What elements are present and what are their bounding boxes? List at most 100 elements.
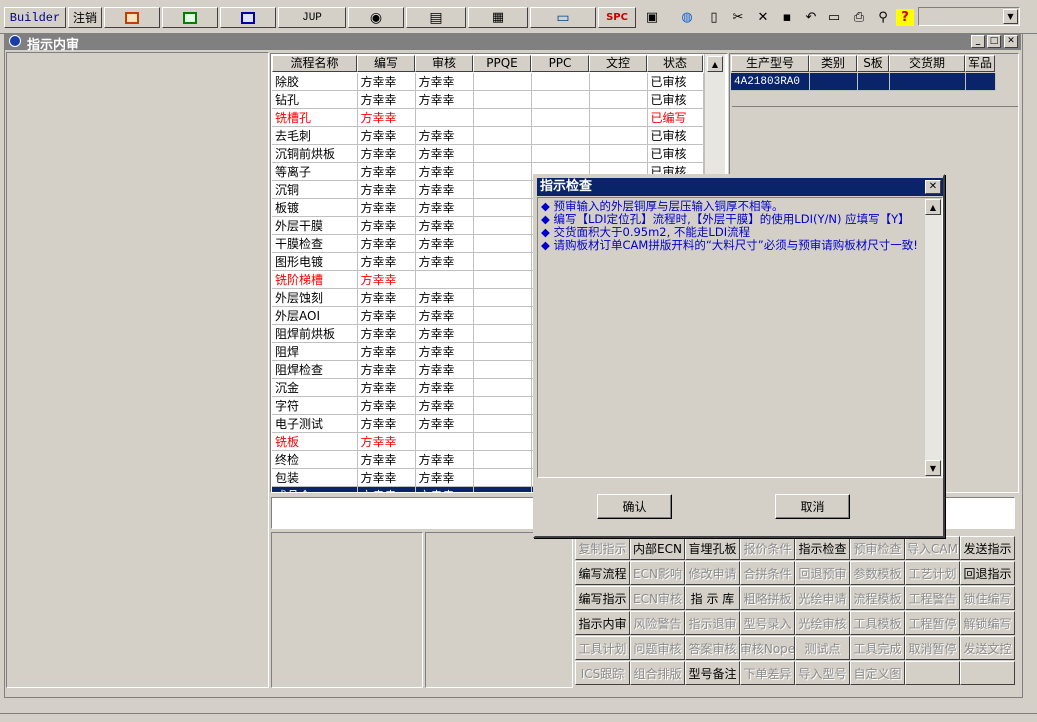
action-button[interactable]: 型号录入 xyxy=(740,611,795,635)
table-row[interactable]: 钻孔 方幸幸 方幸幸 已审核 xyxy=(272,90,704,109)
builder-button[interactable]: Builder xyxy=(4,7,66,28)
globe-icon[interactable]: ◍ xyxy=(678,9,696,26)
preview-icon[interactable]: ▭ xyxy=(825,9,843,26)
table-row[interactable]: 去毛刺 方幸幸 方幸幸 已审核 xyxy=(272,126,704,145)
action-button[interactable]: 工具完成 xyxy=(850,636,905,660)
action-button[interactable]: 内部ECN xyxy=(630,536,685,560)
cut-icon[interactable]: ✂ xyxy=(729,9,747,26)
action-button[interactable]: 复制指示 xyxy=(575,536,630,560)
print-icon[interactable]: ⎙ xyxy=(850,9,868,26)
table-row[interactable]: 沉铜前烘板 方幸幸 方幸幸 已审核 xyxy=(272,144,704,163)
view-button[interactable]: ◉ xyxy=(348,7,404,28)
action-button[interactable]: 修改申请 xyxy=(685,561,740,585)
logout-button[interactable]: 注销 xyxy=(68,7,102,28)
action-button[interactable]: 指示内审 xyxy=(575,611,630,635)
action-button[interactable]: 组合排版 xyxy=(630,661,685,685)
scroll-up-icon[interactable]: ▲ xyxy=(925,199,941,215)
action-button[interactable]: 取消暂停 xyxy=(905,636,960,660)
spc-button[interactable]: SPC xyxy=(598,7,636,28)
action-button[interactable]: 型号备注 xyxy=(685,661,740,685)
network-button[interactable]: ▦ xyxy=(468,7,528,28)
action-button[interactable]: 测试点 xyxy=(795,636,850,660)
memo-field[interactable] xyxy=(271,497,541,529)
action-button[interactable]: 报价条件 xyxy=(740,536,795,560)
new-doc-icon[interactable]: ▯ xyxy=(705,9,723,26)
action-button[interactable]: 导入型号 xyxy=(795,661,850,685)
action-button[interactable]: ICS跟踪 xyxy=(575,661,630,685)
ok-button[interactable]: 确认 xyxy=(597,494,672,519)
word-button[interactable] xyxy=(220,7,276,28)
action-button[interactable]: 工艺计划 xyxy=(905,561,960,585)
action-button[interactable]: 发送文控 xyxy=(960,636,1015,660)
action-button[interactable]: 下单差异 xyxy=(740,661,795,685)
action-button[interactable]: 指示检查 xyxy=(795,536,850,560)
column-header[interactable]: 流程名称 xyxy=(272,55,357,72)
action-button[interactable]: 锁住编写 xyxy=(960,586,1015,610)
action-button[interactable]: 编写流程 xyxy=(575,561,630,585)
action-button[interactable]: 编写指示 xyxy=(575,586,630,610)
cancel-button[interactable]: 取消 xyxy=(775,494,850,519)
ppt-button[interactable] xyxy=(104,7,160,28)
table-row[interactable]: 铣槽孔 方幸幸 已编写 xyxy=(272,108,704,127)
column-header[interactable]: 审核 xyxy=(415,55,473,72)
action-button[interactable]: 流程模板 xyxy=(850,586,905,610)
action-button[interactable]: 指 示 库 xyxy=(685,586,740,610)
action-button[interactable]: 指示退审 xyxy=(685,611,740,635)
column-header[interactable]: 交货期 xyxy=(889,55,965,72)
column-header[interactable]: 类别 xyxy=(809,55,857,72)
jup-button[interactable]: JUP xyxy=(278,7,346,28)
dialog-close-button[interactable]: ✕ xyxy=(925,180,941,194)
column-header[interactable]: S板 xyxy=(857,55,889,72)
column-header[interactable]: 军品 xyxy=(965,55,995,72)
column-header[interactable]: 编写 xyxy=(357,55,415,72)
action-button[interactable]: 自定义图 xyxy=(850,661,905,685)
help-icon[interactable]: ? xyxy=(896,9,914,26)
close-button[interactable]: ✕ xyxy=(1004,35,1018,48)
toolbar-combo[interactable]: ▼ xyxy=(918,7,1020,26)
action-button[interactable]: 答案审核 xyxy=(685,636,740,660)
action-button[interactable]: 参数模板 xyxy=(850,561,905,585)
action-button[interactable]: 风险警告 xyxy=(630,611,685,635)
action-button[interactable]: 盲埋孔板 xyxy=(685,536,740,560)
action-button[interactable]: 回退预审 xyxy=(795,561,850,585)
action-button[interactable]: 工程暂停 xyxy=(905,611,960,635)
minimize-button[interactable]: _ xyxy=(971,35,985,48)
action-button[interactable]: ECN审核 xyxy=(630,586,685,610)
column-header[interactable]: PPC xyxy=(531,55,589,72)
action-button[interactable]: 工具计划 xyxy=(575,636,630,660)
computer-button[interactable]: ▭ xyxy=(530,7,596,28)
save-icon[interactable]: ▪ xyxy=(778,9,796,26)
memo-field-right[interactable] xyxy=(940,497,1015,529)
action-button[interactable]: 光绘申请 xyxy=(795,586,850,610)
chevron-down-icon[interactable]: ▼ xyxy=(1003,9,1018,24)
find-icon[interactable]: ⚲ xyxy=(874,9,892,26)
action-button[interactable]: 工具模板 xyxy=(850,611,905,635)
action-button[interactable]: 工程警告 xyxy=(905,586,960,610)
database-button[interactable]: ▤ xyxy=(406,7,466,28)
action-button[interactable]: 审核Nope xyxy=(740,636,795,660)
action-button[interactable]: 发送指示 xyxy=(960,536,1015,560)
package-icon[interactable]: ▣ xyxy=(643,9,661,26)
column-header[interactable]: PPQE xyxy=(473,55,531,72)
action-button[interactable]: 回退指示 xyxy=(960,561,1015,585)
action-button[interactable]: 合拼条件 xyxy=(740,561,795,585)
action-button[interactable]: ECN影响 xyxy=(630,561,685,585)
action-button[interactable]: 解锁编写 xyxy=(960,611,1015,635)
action-button[interactable]: 粗略拼板 xyxy=(740,586,795,610)
undo-icon[interactable]: ↶ xyxy=(802,9,820,26)
maximize-button[interactable]: □ xyxy=(987,35,1001,48)
action-button[interactable]: 导入CAM xyxy=(905,536,960,560)
delete-icon[interactable]: ✕ xyxy=(754,9,772,26)
scroll-up-icon[interactable]: ▲ xyxy=(707,56,723,72)
scroll-down-icon[interactable]: ▼ xyxy=(925,460,941,476)
message-scrollbar[interactable]: ▲ ▼ xyxy=(925,199,942,476)
table-row[interactable]: 4A21803RA0 xyxy=(731,73,996,91)
excel-button[interactable] xyxy=(162,7,218,28)
table-row[interactable]: 除胶 方幸幸 方幸幸 已审核 xyxy=(272,73,704,91)
column-header[interactable]: 状态 xyxy=(647,55,703,72)
column-header[interactable]: 文控 xyxy=(589,55,647,72)
action-button[interactable]: 问题审核 xyxy=(630,636,685,660)
column-header[interactable]: 生产型号 xyxy=(731,55,809,72)
action-button[interactable]: 光绘审核 xyxy=(795,611,850,635)
action-button[interactable]: 预审检查 xyxy=(850,536,905,560)
